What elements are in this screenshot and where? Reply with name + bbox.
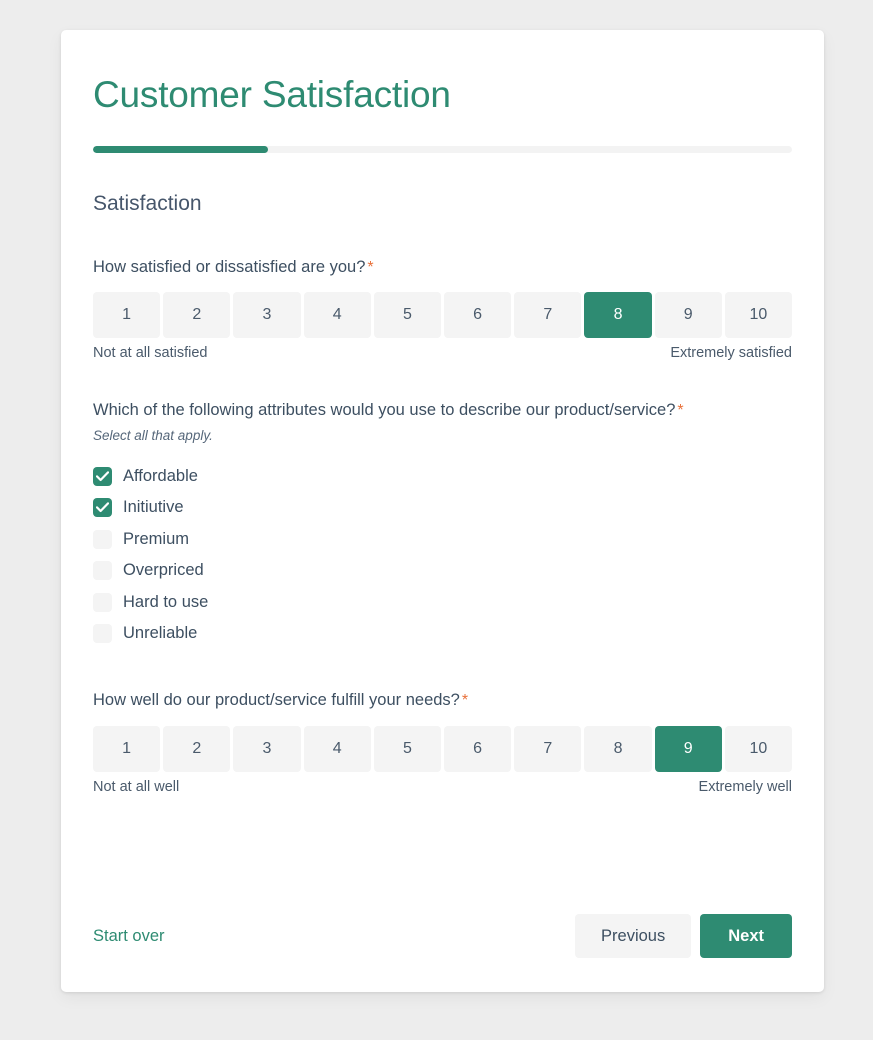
survey-footer: Start over Previous Next (93, 914, 792, 958)
scale-high-label: Extremely well (698, 778, 792, 795)
progress-bar (93, 146, 792, 154)
scale-option-9[interactable]: 9 (654, 725, 722, 772)
checkbox-row[interactable]: Unreliable (93, 618, 792, 650)
required-asterisk: * (367, 258, 374, 276)
checkbox-unchecked-icon[interactable] (93, 529, 112, 549)
checkbox-checked-icon[interactable] (93, 498, 112, 518)
survey-content: Customer Satisfaction Satisfaction How s… (93, 30, 793, 795)
start-over-link[interactable]: Start over (93, 927, 165, 946)
question-needs: How well do our product/service fulfill … (93, 649, 793, 795)
checkbox-unchecked-icon[interactable] (93, 592, 112, 612)
previous-button[interactable]: Previous (575, 914, 692, 958)
scale-option-3[interactable]: 3 (233, 291, 301, 338)
scale-option-2[interactable]: 2 (163, 725, 231, 772)
page-title: Customer Satisfaction (93, 74, 451, 115)
question-label: How well do our product/service fulfill … (93, 689, 792, 712)
scale-option-3[interactable]: 3 (233, 725, 301, 772)
checkbox-label: Overpriced (123, 561, 204, 580)
checkbox-label: Premium (123, 529, 190, 548)
scale-option-4[interactable]: 4 (303, 291, 371, 338)
scale-option-4[interactable]: 4 (303, 725, 371, 772)
question-attributes: Which of the following attributes would … (93, 361, 792, 649)
scale-option-5[interactable]: 5 (373, 291, 442, 338)
checkbox-unchecked-icon[interactable] (93, 561, 112, 581)
question-satisfaction: How satisfied or dissatisfied are you? * … (93, 218, 793, 361)
checkbox-label: Unreliable (123, 624, 198, 643)
section-title: Satisfaction (93, 192, 202, 216)
scale-option-2[interactable]: 2 (163, 291, 231, 338)
rating-scale-needs[interactable]: 1 2 3 4 5 6 7 8 9 10 (93, 725, 793, 772)
question-text: How well do our product/service fulfill … (93, 691, 460, 710)
scale-high-label: Extremely satisfied (670, 344, 792, 361)
scale-low-label: Not at all well (93, 778, 180, 795)
required-asterisk: * (677, 401, 684, 419)
scale-option-6[interactable]: 6 (444, 725, 512, 772)
scale-option-7[interactable]: 7 (514, 291, 582, 338)
checkbox-row[interactable]: Initiutive (93, 492, 792, 524)
scale-option-10[interactable]: 10 (724, 291, 793, 338)
checkbox-label: Hard to use (123, 592, 209, 611)
scale-option-10[interactable]: 10 (724, 725, 793, 772)
scale-option-8[interactable]: 8 (584, 725, 652, 772)
scale-option-1[interactable]: 1 (93, 725, 161, 772)
question-text: Which of the following attributes would … (93, 400, 676, 419)
checkbox-row[interactable]: Affordable (93, 460, 792, 492)
checkbox-row[interactable]: Overpriced (93, 555, 792, 587)
checkbox-group: Affordable Initiutive Premium Overpriced Har… (93, 460, 792, 649)
scale-endpoint-labels: Not at all well Extremely well (93, 779, 792, 795)
rating-scale-satisfaction[interactable]: 1 2 3 4 5 6 7 8 9 10 (93, 291, 793, 338)
checkbox-label: Affordable (123, 466, 198, 485)
required-asterisk: * (461, 692, 469, 710)
checkbox-unchecked-icon[interactable] (93, 624, 112, 644)
navigation-buttons: Previous Next (575, 914, 792, 958)
checkbox-label: Initiutive (123, 498, 184, 517)
checkbox-row[interactable]: Hard to use (93, 586, 792, 618)
scale-option-8[interactable]: 8 (584, 291, 652, 338)
checkbox-row[interactable]: Premium (93, 523, 792, 555)
question-text: How satisfied or dissatisfied are you? (93, 257, 366, 276)
checkbox-checked-icon[interactable] (93, 466, 112, 486)
scale-option-1[interactable]: 1 (93, 291, 161, 338)
scale-option-5[interactable]: 5 (373, 725, 442, 772)
question-hint: Select all that apply. (93, 428, 213, 444)
scale-low-label: Not at all satisfied (93, 344, 208, 361)
scale-endpoint-labels: Not at all satisfied Extremely satisfied (93, 345, 792, 361)
question-label: How satisfied or dissatisfied are you? * (93, 256, 792, 279)
question-label: Which of the following attributes would … (93, 399, 792, 422)
survey-card: Customer Satisfaction Satisfaction How s… (61, 30, 824, 992)
scale-option-7[interactable]: 7 (514, 725, 582, 772)
next-button[interactable]: Next (700, 914, 792, 958)
scale-option-6[interactable]: 6 (444, 291, 512, 338)
progress-bar-fill (93, 146, 268, 154)
scale-option-9[interactable]: 9 (654, 291, 722, 338)
